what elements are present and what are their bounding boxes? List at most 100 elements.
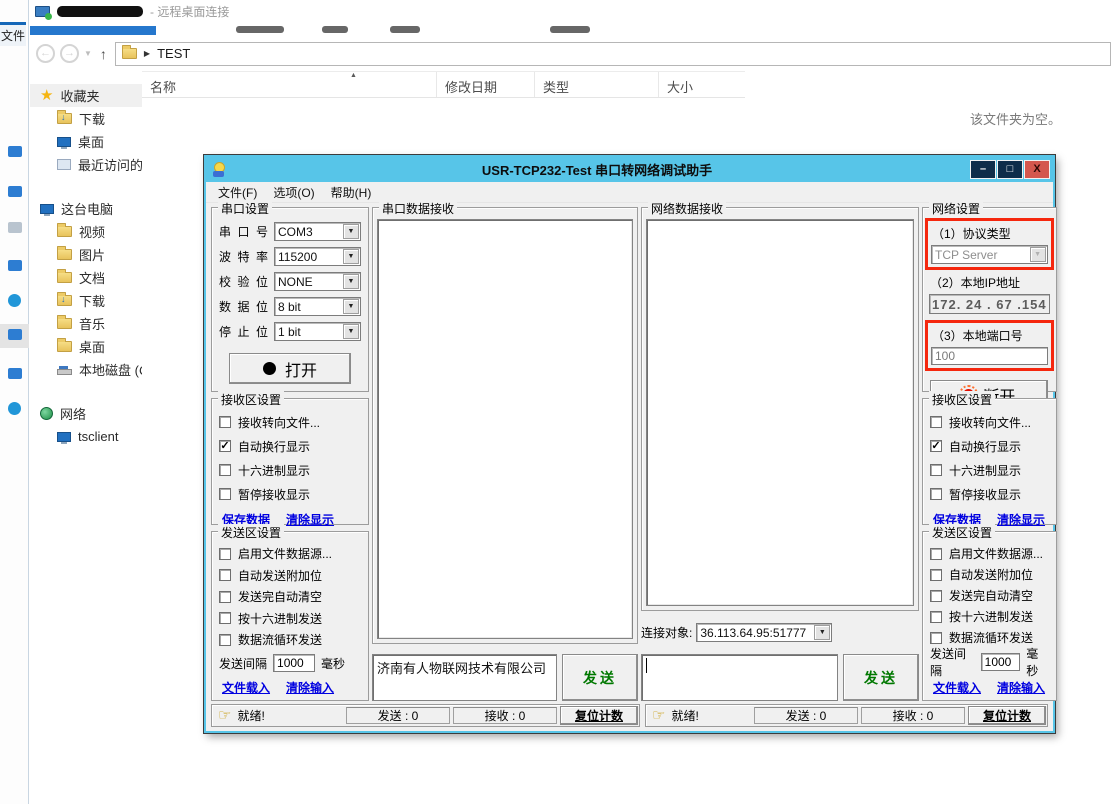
checkbox-unchecked[interactable] xyxy=(930,488,942,500)
serial-recv-area[interactable] xyxy=(377,219,633,639)
chevron-down-icon[interactable]: ▼ xyxy=(343,299,359,314)
send-interval-input[interactable]: 1000 xyxy=(981,653,1021,671)
local-port-input[interactable]: 100 xyxy=(931,347,1048,365)
serial-send-button[interactable]: 发送 xyxy=(562,654,638,701)
baud-rate-select[interactable]: 115200 ▼ xyxy=(274,247,361,266)
sidebar-item-desktop-pc[interactable]: 桌面 xyxy=(30,335,142,358)
parity-select[interactable]: NONE ▼ xyxy=(274,272,361,291)
checkbox-unchecked[interactable] xyxy=(219,464,231,476)
chevron-down-icon[interactable]: ▼ xyxy=(343,324,359,339)
checkbox-checked[interactable] xyxy=(219,440,231,452)
app-titlebar[interactable]: USR-TCP232-Test 串口转网络调试助手 – □ X xyxy=(206,157,1053,182)
checkbox-unchecked[interactable] xyxy=(219,488,231,500)
chevron-down-icon[interactable]: ▼ xyxy=(814,625,830,640)
option-send-as-hex[interactable]: 按十六进制发送 xyxy=(930,606,1049,627)
load-file-link[interactable]: 文件载入 xyxy=(933,679,981,696)
history-chevron-icon[interactable]: ▼ xyxy=(84,49,92,58)
host-icon[interactable] xyxy=(8,146,22,157)
local-ip-input[interactable]: 172. 24 . 67 .154 xyxy=(929,294,1050,314)
address-bar[interactable]: ▶ TEST xyxy=(115,42,1111,66)
up-icon[interactable]: ↑ xyxy=(100,46,107,62)
close-button[interactable]: X xyxy=(1024,160,1050,179)
sidebar-item-pictures[interactable]: 图片 xyxy=(30,243,142,266)
sidebar-section-favorites[interactable]: 收藏夹 xyxy=(30,84,142,107)
serial-send-input[interactable]: 济南有人物联网技术有限公司 xyxy=(372,654,557,701)
checkbox-unchecked[interactable] xyxy=(930,569,942,581)
connect-target-select[interactable]: 36.113.64.95:51777 ▼ xyxy=(696,623,832,642)
checkbox-unchecked[interactable] xyxy=(930,632,942,644)
checkbox-unchecked[interactable] xyxy=(930,464,942,476)
clear-input-link[interactable]: 清除输入 xyxy=(286,679,334,696)
column-header-name[interactable]: 名称 ▲ xyxy=(142,72,437,97)
back-icon[interactable]: ← xyxy=(36,44,55,63)
chevron-down-icon[interactable]: ▼ xyxy=(343,224,359,239)
option-pause-recv[interactable]: 暂停接收显示 xyxy=(219,482,361,506)
sidebar-item-downloads-pc[interactable]: 下载 xyxy=(30,289,142,312)
sidebar-item-desktop[interactable]: 桌面 xyxy=(30,130,142,153)
network-send-input[interactable] xyxy=(641,654,838,701)
sidebar-item-music[interactable]: 音乐 xyxy=(30,312,142,335)
host-file-menu[interactable]: 文件 xyxy=(0,22,26,46)
sidebar-item-videos[interactable]: 视频 xyxy=(30,220,142,243)
sidebar-item-documents[interactable]: 文档 xyxy=(30,266,142,289)
checkbox-unchecked[interactable] xyxy=(219,569,231,581)
clear-input-link[interactable]: 清除输入 xyxy=(997,679,1045,696)
sidebar-item-downloads[interactable]: 下载 xyxy=(30,107,142,130)
option-hex-display[interactable]: 十六进制显示 xyxy=(219,458,361,482)
option-file-data-source[interactable]: 启用文件数据源... xyxy=(930,543,1049,564)
option-hex-display[interactable]: 十六进制显示 xyxy=(930,458,1049,482)
minimize-button[interactable]: – xyxy=(970,160,996,179)
sidebar-section-this-pc[interactable]: 这台电脑 xyxy=(30,197,142,220)
menu-help[interactable]: 帮助(H) xyxy=(324,182,379,203)
checkbox-unchecked[interactable] xyxy=(219,634,231,646)
network-send-button[interactable]: 发送 xyxy=(843,654,919,701)
checkbox-checked[interactable] xyxy=(930,440,942,452)
host-icon[interactable] xyxy=(8,186,22,197)
sidebar-section-network[interactable]: 网络 xyxy=(30,402,142,425)
option-clear-after-send[interactable]: 发送完自动清空 xyxy=(219,586,361,608)
checkbox-unchecked[interactable] xyxy=(930,611,942,623)
chevron-down-icon[interactable]: ▼ xyxy=(343,249,359,264)
breadcrumb[interactable]: TEST xyxy=(157,46,190,61)
load-file-link[interactable]: 文件载入 xyxy=(222,679,270,696)
option-clear-after-send[interactable]: 发送完自动清空 xyxy=(930,585,1049,606)
option-auto-send-checksum[interactable]: 自动发送附加位 xyxy=(930,564,1049,585)
host-icon[interactable] xyxy=(8,222,22,233)
option-recv-to-file[interactable]: 接收转向文件... xyxy=(219,410,361,434)
option-auto-linefeed[interactable]: 自动换行显示 xyxy=(930,434,1049,458)
checkbox-unchecked[interactable] xyxy=(930,548,942,560)
checkbox-unchecked[interactable] xyxy=(219,612,231,624)
host-icon[interactable] xyxy=(8,260,22,271)
checkbox-unchecked[interactable] xyxy=(930,590,942,602)
checkbox-unchecked[interactable] xyxy=(219,548,231,560)
option-pause-recv[interactable]: 暂停接收显示 xyxy=(930,482,1049,506)
maximize-button[interactable]: □ xyxy=(997,160,1023,179)
clear-display-link[interactable]: 清除显示 xyxy=(286,511,334,528)
column-header-type[interactable]: 类型 xyxy=(535,72,659,97)
protocol-select[interactable]: TCP Server ▼ xyxy=(931,245,1048,264)
option-file-data-source[interactable]: 启用文件数据源... xyxy=(219,543,361,565)
send-interval-input[interactable]: 1000 xyxy=(273,654,315,672)
checkbox-unchecked[interactable] xyxy=(930,416,942,428)
column-header-date[interactable]: 修改日期 xyxy=(437,72,535,97)
serial-reset-count-button[interactable]: 复位计数 xyxy=(560,706,638,725)
stop-bits-select[interactable]: 1 bit ▼ xyxy=(274,322,361,341)
com-port-select[interactable]: COM3 ▼ xyxy=(274,222,361,241)
option-auto-linefeed[interactable]: 自动换行显示 xyxy=(219,434,361,458)
forward-icon[interactable]: → xyxy=(60,44,79,63)
host-icon[interactable] xyxy=(8,294,21,307)
menu-options[interactable]: 选项(O) xyxy=(266,182,321,203)
option-send-as-hex[interactable]: 按十六进制发送 xyxy=(219,608,361,630)
sidebar-item-tsclient[interactable]: tsclient xyxy=(30,425,142,448)
sidebar-item-recent-places[interactable]: 最近访问的位 xyxy=(30,153,142,176)
checkbox-unchecked[interactable] xyxy=(219,591,231,603)
network-recv-area[interactable] xyxy=(646,219,914,606)
option-loop-send[interactable]: 数据流循环发送 xyxy=(219,629,361,651)
data-bits-select[interactable]: 8 bit ▼ xyxy=(274,297,361,316)
host-icon[interactable] xyxy=(8,329,22,340)
network-reset-count-button[interactable]: 复位计数 xyxy=(968,706,1046,725)
host-icon[interactable] xyxy=(8,368,22,379)
clear-display-link[interactable]: 清除显示 xyxy=(997,511,1045,528)
host-icon[interactable] xyxy=(8,402,21,415)
checkbox-unchecked[interactable] xyxy=(219,416,231,428)
